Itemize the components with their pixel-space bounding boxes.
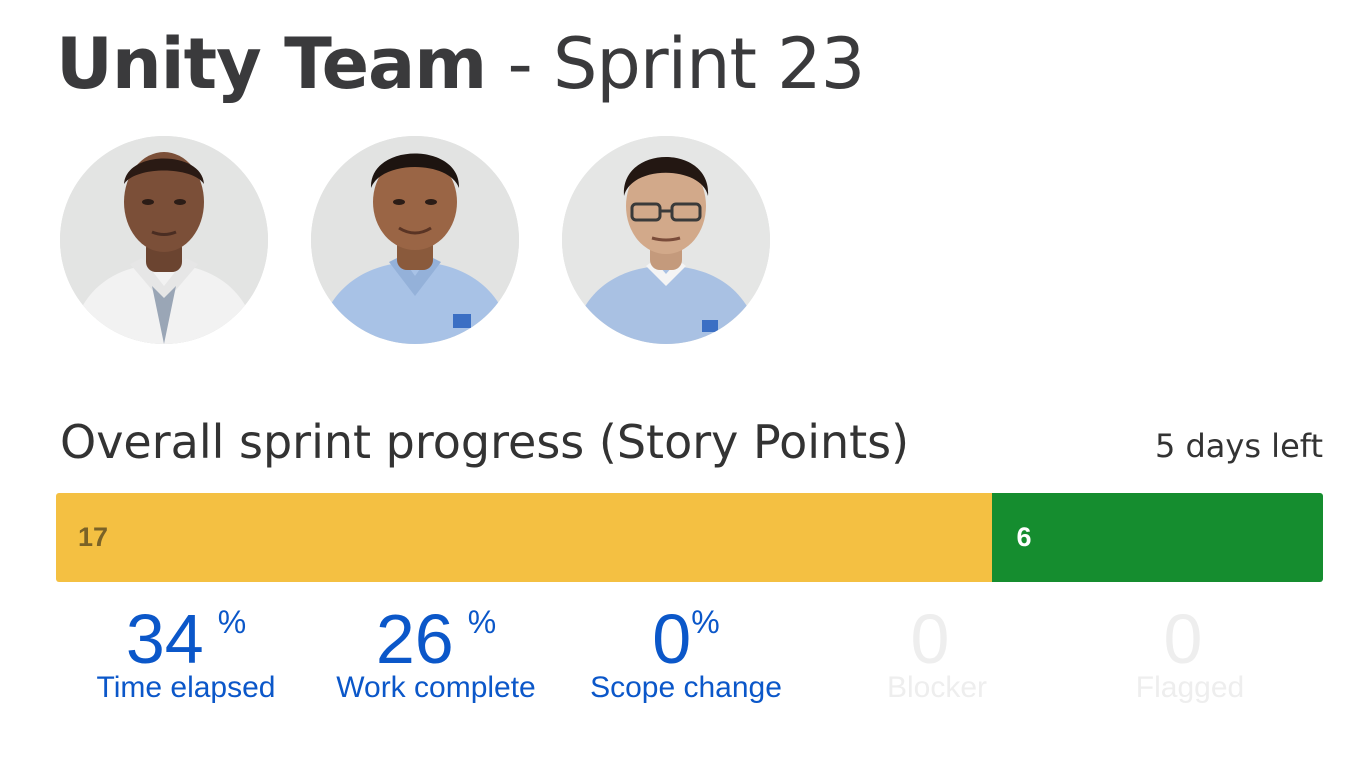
stat-unit: % bbox=[467, 604, 497, 640]
team-name: Unity Team bbox=[56, 23, 487, 105]
stat-number: 0 bbox=[910, 600, 950, 678]
stat-label: Time elapsed bbox=[96, 671, 276, 704]
progress-segment-done[interactable]: 6 bbox=[992, 493, 1323, 582]
stat-time-elapsed: 34% Time elapsed bbox=[61, 598, 311, 706]
stat-unit: % bbox=[217, 604, 247, 640]
progress-segment-todo[interactable]: 17 bbox=[56, 493, 993, 582]
stat-label: Blocker bbox=[886, 671, 988, 704]
stat-number: 34 bbox=[125, 600, 204, 678]
avatar-member-3[interactable] bbox=[562, 136, 770, 344]
person-photo-icon bbox=[562, 136, 770, 344]
title-separator: - bbox=[486, 23, 553, 105]
stat-number: 26 bbox=[375, 600, 454, 678]
sprint-name: Sprint 23 bbox=[553, 23, 865, 105]
stat-label: Work complete bbox=[336, 671, 536, 704]
stat-number: 0 bbox=[652, 600, 692, 678]
stat-label: Flagged bbox=[1135, 671, 1245, 704]
stat-value: 26% bbox=[311, 598, 561, 678]
avatar-member-2[interactable] bbox=[311, 136, 519, 344]
stat-work-complete: 26% Work complete bbox=[311, 598, 561, 706]
stat-value: 0 bbox=[812, 598, 1062, 678]
days-left-label: 5 days left bbox=[1154, 427, 1323, 465]
stat-flagged: 0 Flagged bbox=[1065, 598, 1315, 706]
stat-blocker: 0 Blocker bbox=[812, 598, 1062, 706]
sprint-progress-heading: Overall sprint progress (Story Points) bbox=[60, 415, 910, 469]
stat-number: 0 bbox=[1163, 600, 1203, 678]
stat-scope-change: 0% Scope change bbox=[561, 598, 811, 706]
person-photo-icon bbox=[311, 136, 519, 344]
avatar-member-1[interactable] bbox=[60, 136, 268, 344]
stat-label: Scope change bbox=[590, 671, 782, 704]
stat-value: 0 bbox=[1065, 598, 1315, 678]
person-photo-icon bbox=[60, 136, 268, 344]
stat-value: 34% bbox=[61, 598, 311, 678]
stat-unit: % bbox=[691, 604, 720, 640]
page-title: Unity Team - Sprint 23 bbox=[56, 22, 865, 106]
sprint-progress-bar: 17 6 bbox=[56, 493, 1323, 582]
stat-value: 0% bbox=[561, 598, 811, 678]
